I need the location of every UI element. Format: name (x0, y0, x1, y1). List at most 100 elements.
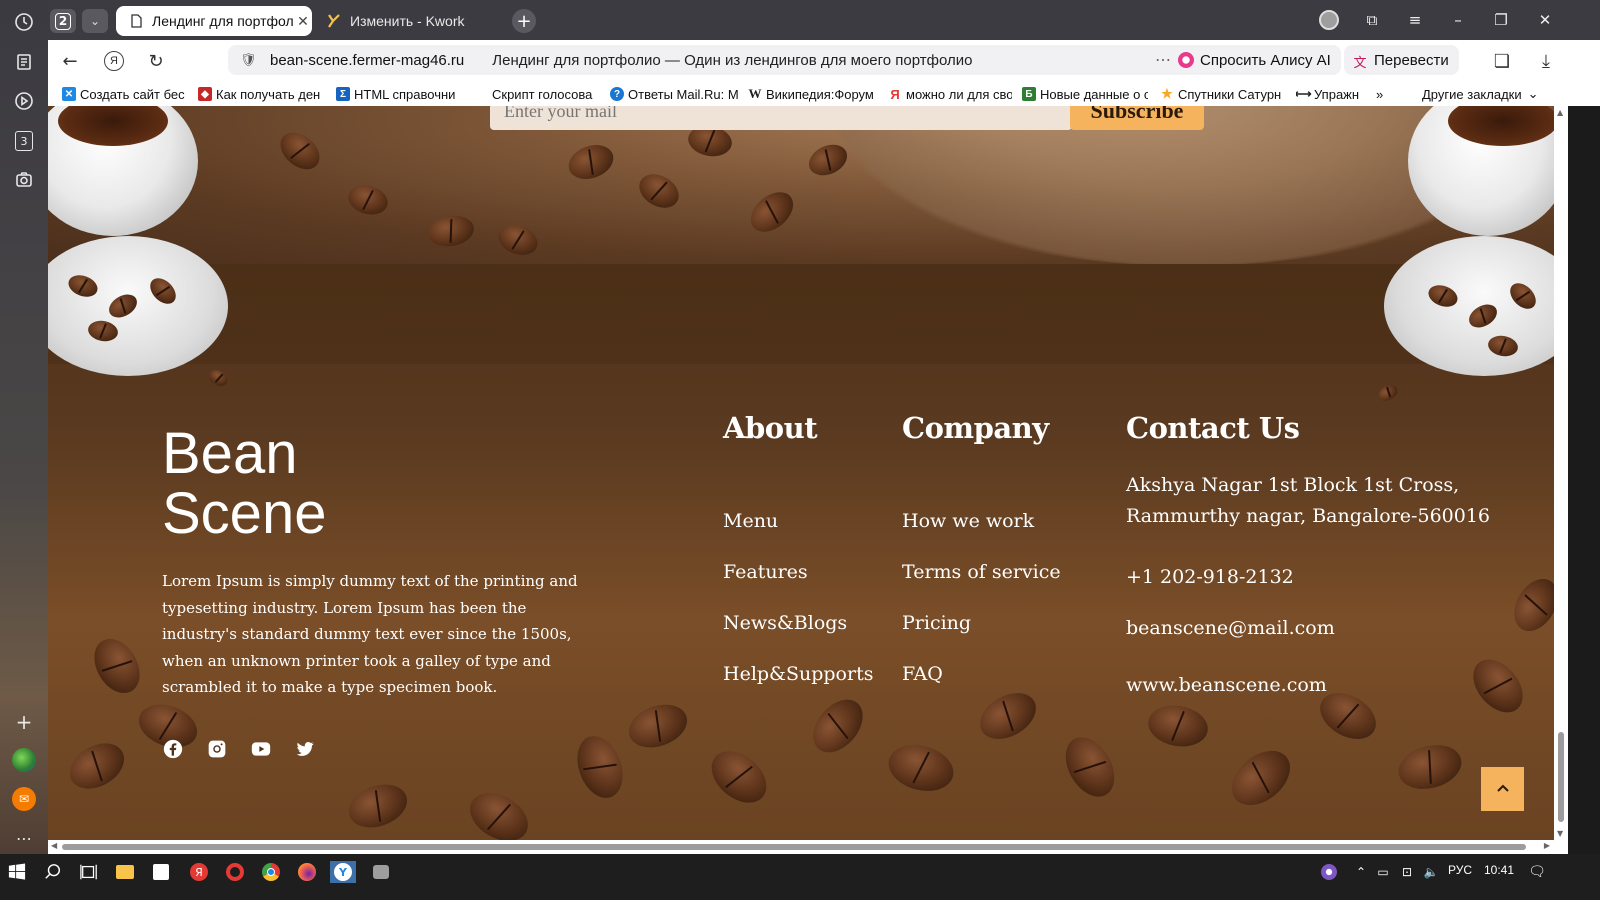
tabs-counter-icon[interactable]: 3 (12, 129, 36, 153)
tab-landing[interactable]: Лендинг для портфолио ✕ (116, 6, 312, 36)
twitter-icon[interactable] (294, 738, 316, 760)
shield-icon: ◆ (198, 87, 212, 101)
opera-icon[interactable] (224, 861, 246, 883)
restore-icon[interactable]: ❐ (1486, 8, 1516, 32)
language-indicator[interactable]: РУС (1448, 863, 1472, 877)
firefox-icon[interactable] (296, 861, 318, 883)
about-heading: About (723, 411, 818, 445)
windows-start-icon[interactable] (6, 861, 28, 883)
wikipedia-icon: W (748, 86, 762, 101)
more-bookmarks-icon[interactable]: » (1376, 85, 1392, 103)
newsletter-form (490, 106, 1072, 130)
profile-icon[interactable] (1314, 8, 1344, 32)
screenshot-icon[interactable] (12, 168, 36, 192)
site-info-icon[interactable]: 🛡 (240, 52, 257, 68)
bookmark-item[interactable]: ★ Спутники Сатурн (1160, 85, 1286, 103)
footer-link-pricing[interactable]: Pricing (902, 612, 971, 634)
file-explorer-icon[interactable] (114, 861, 136, 883)
video-icon[interactable] (12, 89, 36, 113)
collections-icon[interactable]: ❏ (1490, 49, 1514, 73)
question-icon: ? (610, 87, 624, 101)
store-icon[interactable] (150, 861, 172, 883)
other-bookmarks-button[interactable]: Другие закладки ⌄ (1422, 85, 1548, 103)
menu-icon[interactable]: ≡ (1400, 8, 1430, 32)
company-heading: Company (902, 411, 1049, 445)
url-field[interactable]: 🛡 bean-scene.fermer-mag46.ru Лендинг для… (228, 45, 1206, 75)
clock[interactable]: 10:41 (1484, 863, 1514, 877)
close-tab-icon[interactable]: ✕ (294, 13, 312, 30)
bookmarks-bar: ✕ Создать сайт бес ◆ Как получать ден Σ … (48, 80, 1600, 106)
back-icon[interactable]: ← (58, 49, 82, 73)
document-icon (128, 13, 144, 29)
kwork-logo-icon (326, 13, 342, 29)
tab-list-chevron-icon[interactable]: ⌄ (82, 9, 108, 33)
footer-link-menu[interactable]: Menu (723, 510, 778, 532)
bookmark-item[interactable]: ? Ответы Mail.Ru: М (610, 85, 738, 103)
notifications-icon[interactable]: 🗨 (1526, 861, 1548, 883)
yandex-browser-icon[interactable]: Y (330, 861, 356, 883)
bookmark-item[interactable]: ◆ Как получать ден (198, 85, 324, 103)
globe-app-icon[interactable] (12, 748, 36, 772)
add-panel-icon[interactable]: + (12, 710, 36, 734)
translate-button[interactable]: 文 Перевести (1344, 45, 1459, 75)
sigma-icon: Σ (336, 87, 350, 101)
alice-tray-icon[interactable] (1318, 861, 1340, 883)
bookmarks-panel-icon[interactable]: ⧉ (1357, 8, 1387, 32)
star-icon: ★ (1161, 86, 1173, 101)
yandex-home-icon[interactable]: Я (102, 49, 126, 73)
battery-icon[interactable]: ▭ (1372, 861, 1394, 883)
collections-icon[interactable] (12, 50, 36, 74)
back-to-top-button[interactable] (1481, 767, 1524, 811)
bookmark-item[interactable]: Σ HTML справочни (336, 85, 462, 103)
contact-phone[interactable]: +1 202-918-2132 (1126, 562, 1294, 593)
contact-address: Akshya Nagar 1st Block 1st Cross, Rammur… (1126, 474, 1491, 527)
search-icon[interactable] (42, 861, 64, 883)
chrome-icon[interactable] (260, 861, 282, 883)
b-icon: Б (1022, 87, 1036, 101)
bookmark-item[interactable]: W Википедия:Форум (748, 85, 876, 103)
yandex-icon: Я (890, 86, 900, 102)
bookmark-item[interactable]: ⟷ Упражн (1296, 85, 1362, 103)
more-icon[interactable]: ⋯ (12, 826, 36, 850)
mail-app-icon[interactable]: ✉ (12, 787, 36, 811)
bookmark-item[interactable]: ✕ Создать сайт бес (62, 85, 186, 103)
horizontal-scrollbar[interactable]: ◀ ▶ (48, 840, 1568, 854)
youtube-icon[interactable] (250, 738, 272, 760)
email-input[interactable] (504, 106, 1004, 130)
new-tab-icon[interactable]: + (512, 9, 536, 33)
bookmark-item[interactable]: Б Новые данные о с (1022, 85, 1148, 103)
footer-link-news[interactable]: News&Blogs (723, 612, 847, 634)
arrows-icon: ⟷ (1296, 87, 1312, 101)
vertical-scrollbar[interactable]: ▲ ▼ (1554, 106, 1568, 840)
app-icon[interactable] (370, 861, 392, 883)
history-icon[interactable] (12, 10, 36, 34)
close-window-icon[interactable]: ✕ (1530, 8, 1560, 32)
site-logo[interactable]: Bean Scene (162, 424, 326, 544)
subscribe-button[interactable]: Subscribe (1070, 106, 1204, 130)
chevron-up-icon[interactable]: ⌃ (1350, 861, 1372, 883)
reload-icon[interactable]: ↻ (144, 49, 168, 73)
tab-count-button[interactable]: 2 (50, 9, 76, 33)
alice-icon (1178, 52, 1194, 68)
bookmark-item[interactable]: Скрипт голосова (492, 85, 596, 103)
footer-description: Lorem Ipsum is simply dummy text of the … (162, 572, 578, 696)
footer-link-faq[interactable]: FAQ (902, 663, 943, 685)
downloads-icon[interactable]: ⤓ (1534, 49, 1558, 73)
contact-website[interactable]: www.beanscene.com (1126, 670, 1327, 701)
footer-link-help[interactable]: Help&Supports (723, 663, 873, 685)
facebook-icon[interactable] (162, 738, 184, 760)
footer-link-terms[interactable]: Terms of service (902, 561, 1061, 583)
volume-icon[interactable]: 🔈 (1420, 861, 1442, 883)
network-icon[interactable]: ⊡ (1396, 861, 1418, 883)
instagram-icon[interactable] (206, 738, 228, 760)
yandex-app-icon[interactable]: Я (188, 861, 210, 883)
bookmark-item[interactable]: Я можно ли для сво (888, 85, 1012, 103)
tab-kwork[interactable]: Изменить - Kwork (318, 6, 508, 36)
footer-link-how-we-work[interactable]: How we work (902, 510, 1034, 532)
ask-alice-button[interactable]: Спросить Алису AI (1170, 45, 1341, 75)
url-page-title: Лендинг для портфолио — Один из лендинго… (492, 51, 973, 69)
task-view-icon[interactable] (78, 861, 100, 883)
footer-link-features[interactable]: Features (723, 561, 808, 583)
contact-email[interactable]: beanscene@mail.com (1126, 613, 1335, 644)
minimize-icon[interactable]: – (1443, 8, 1473, 32)
